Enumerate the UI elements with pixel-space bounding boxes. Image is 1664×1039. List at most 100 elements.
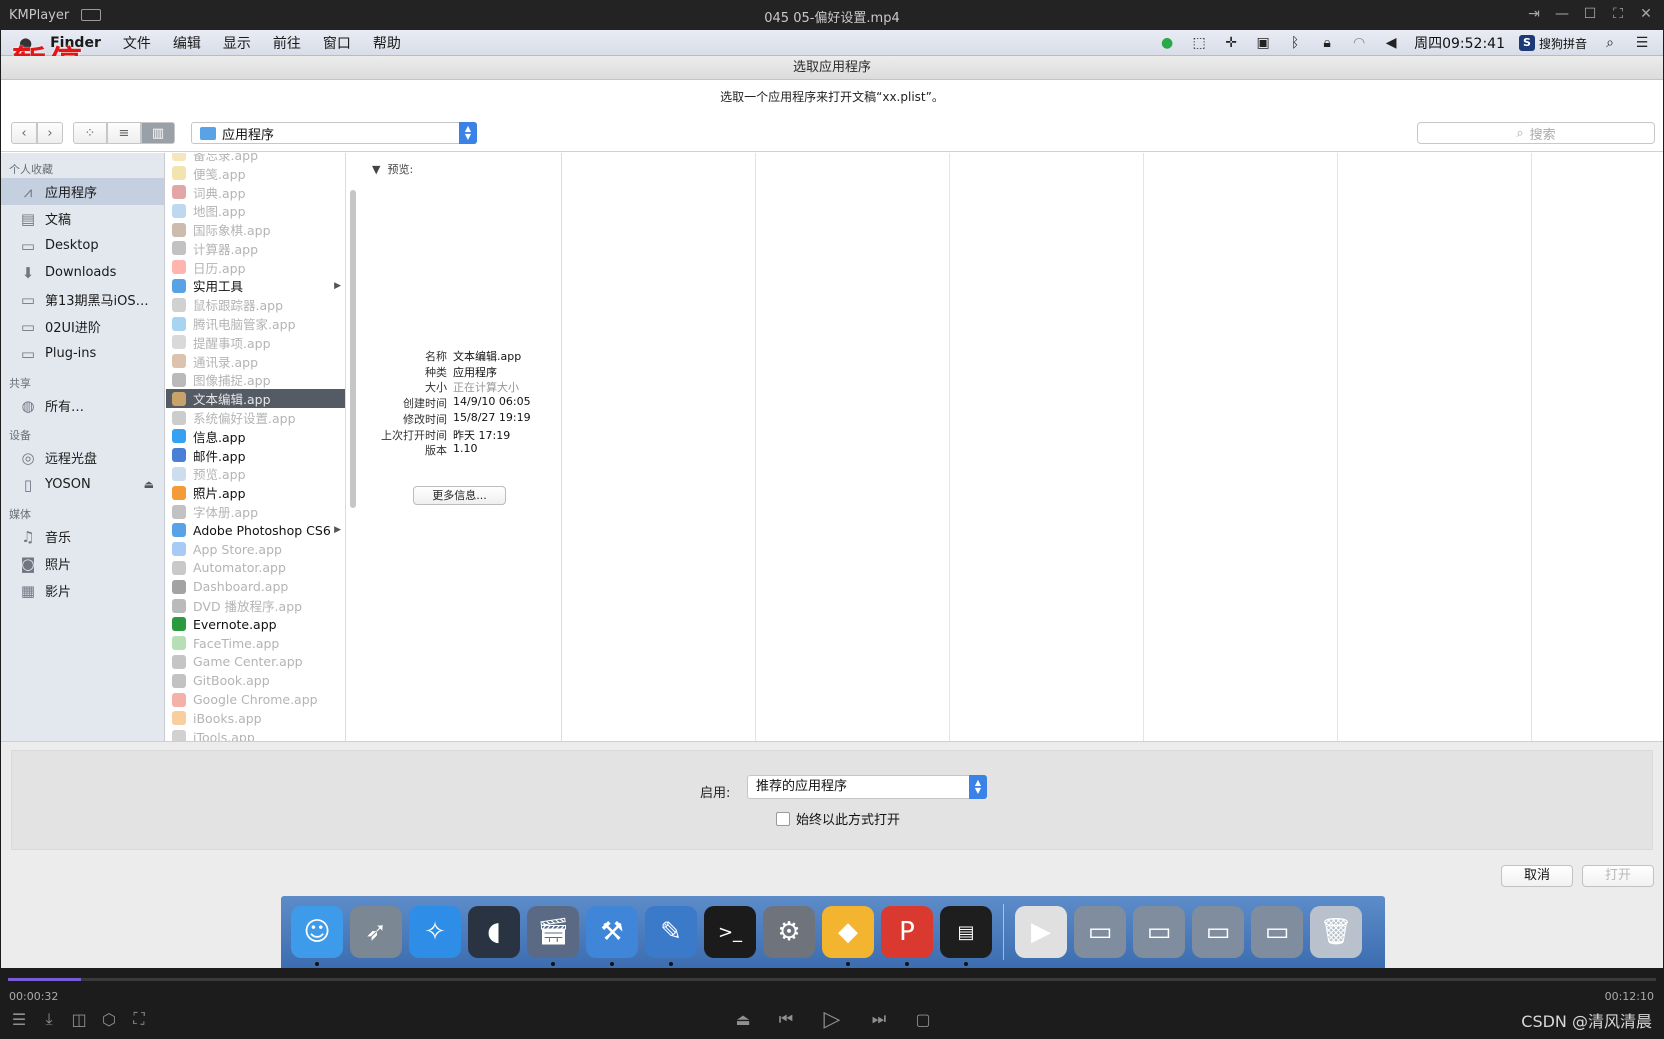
sidebar-item-music[interactable]: ♫ 音乐 [1,523,164,550]
screen-icon[interactable]: ▭ [1192,906,1244,958]
more-info-button[interactable]: 更多信息... [413,486,506,505]
app-row[interactable]: 计算器.app [166,239,345,258]
sidebar-item-remote-disc[interactable]: ◎ 远程光盘 [1,444,164,471]
sidebar-item-documents[interactable]: ▤ 文稿 [1,205,164,232]
bluetooth-icon[interactable]: ᛒ [1286,34,1304,52]
wifi-icon[interactable]: ◠ [1350,34,1368,52]
forward-button[interactable]: › [37,122,63,144]
column-view-button[interactable]: ▥ [141,122,175,144]
enable-select[interactable]: 推荐的应用程序 ▲ ▼ [747,775,987,799]
video-player-icon[interactable]: ▶ [1015,906,1067,958]
screen-icon[interactable]: ▭ [1133,906,1185,958]
launchpad-icon[interactable]: ➶ [350,906,402,958]
checkbox-box[interactable] [776,811,790,826]
sketch-icon[interactable]: ◆ [822,906,874,966]
camera-icon[interactable]: ▣ [1254,34,1272,52]
sidebar-item-downloads[interactable]: ⬇ Downloads [1,259,164,286]
capture-icon[interactable]: ⛶ [130,1009,148,1028]
menu-edit[interactable]: 编辑 [173,33,201,53]
menu-view[interactable]: 显示 [223,33,251,53]
preview-header[interactable]: ▼ 预览: [372,161,413,177]
app-row[interactable]: Game Center.app [166,653,345,672]
volume-icon[interactable]: ◀ [1382,34,1400,52]
app-row[interactable]: 信息.app [166,427,345,446]
move-icon[interactable]: ✛ [1222,34,1240,52]
app-row[interactable]: FaceTime.app [166,634,345,653]
always-open-checkbox[interactable]: 始终以此方式打开 [776,809,900,828]
playlist-icon[interactable]: ☰ [10,1010,28,1029]
imovie-icon[interactable]: 🎬︎ [527,906,579,966]
menu-help[interactable]: 帮助 [373,33,401,53]
vr-icon[interactable]: ◫ [70,1010,88,1029]
xcode-icon[interactable]: ⚒ [586,906,638,966]
fullscreen-button[interactable]: ⛶ [1610,5,1626,23]
menu-window[interactable]: 窗口 [323,33,351,53]
sidebar-item-applications[interactable]: ⩘ 应用程序 [1,178,164,205]
previous-icon[interactable]: ⏮ [775,1008,797,1030]
sidebar-item-photos[interactable]: ◙ 照片 [1,550,164,577]
screen-icon[interactable]: ▭ [1074,906,1126,958]
sidebar-item-plugins[interactable]: ▭ Plug-ins [1,340,164,367]
screen-icon[interactable]: ▭ [1251,906,1303,958]
app-row[interactable]: 照片.app [166,483,345,502]
console-icon[interactable]: ▤ [940,906,992,966]
player-mode-icon[interactable] [81,9,102,21]
sidebar-item-movies[interactable]: ▦ 影片 [1,577,164,604]
sidebar-item-yoson[interactable]: ▯ YOSON ⏏ [1,471,164,498]
maximize-button[interactable]: ☐ [1582,5,1598,23]
folder-row[interactable]: Adobe Photoshop CS6 ▶ [166,521,345,540]
app-row[interactable]: 图像捕捉.app [166,371,345,390]
list-view-button[interactable]: ≡ [107,122,141,144]
app-row[interactable]: GitBook.app [166,671,345,690]
play-icon[interactable]: ▷ [818,1006,846,1032]
menu-file[interactable]: 文件 [123,33,151,53]
3d-icon[interactable]: ⬡ [100,1010,118,1029]
sidebar-item-folder-ui[interactable]: ▭ 02UI进阶 [1,313,164,340]
app-row[interactable]: iTools.app [166,728,345,741]
app-row[interactable]: DVD 播放程序.app [166,596,345,615]
back-button[interactable]: ‹ [11,122,37,144]
app-row[interactable]: 文本编辑.app [166,389,345,409]
app-row[interactable]: 日历.app [166,258,345,277]
app-row[interactable]: 地图.app [166,201,345,220]
column-scrollbar[interactable] [350,190,356,508]
folder-row[interactable]: 实用工具 ▶ [166,277,345,296]
open-button[interactable]: 打开 [1582,865,1654,887]
app-row[interactable]: 通讯录.app [166,352,345,371]
stop-icon[interactable]: ▢ [912,1008,934,1030]
app-row[interactable]: 鼠标跟踪器.app [166,295,345,314]
icon-view-button[interactable]: ⁘ [73,122,107,144]
input-method[interactable]: S 搜狗拼音 [1518,35,1587,52]
sidebar-item-folder-ios[interactable]: ▭ 第13期黑马iOS… [1,286,164,313]
app-row[interactable]: 邮件.app [166,446,345,465]
seek-bar[interactable] [8,978,1656,981]
app-row[interactable]: Evernote.app [166,615,345,634]
safari-icon[interactable]: ✧ [409,906,461,958]
app-row[interactable]: 国际象棋.app [166,220,345,239]
notification-list-icon[interactable]: ☰ [1633,34,1651,52]
lock-icon[interactable]: 🔒︎ [1318,34,1336,52]
minimize-button[interactable]: — [1554,5,1570,23]
menubar-clock[interactable]: 周四09:52:41 [1414,33,1505,53]
system-preferences-icon[interactable]: ⚙ [763,906,815,958]
app-row[interactable]: 备忘录.app [166,153,345,164]
app-row[interactable]: Google Chrome.app [166,690,345,709]
app-row[interactable]: Dashboard.app [166,577,345,596]
cancel-button[interactable]: 取消 [1501,865,1573,887]
app-row[interactable]: 字体册.app [166,502,345,521]
sidebar-item-desktop[interactable]: ▭ Desktop [1,232,164,259]
app-row[interactable]: 系统偏好设置.app [166,408,345,427]
search-field[interactable]: ⌕ 搜索 [1417,122,1655,144]
app-row[interactable]: 预览.app [166,465,345,484]
eject-icon[interactable]: ⏏ [732,1008,754,1030]
instruments-icon[interactable]: ✎ [645,906,697,966]
menu-go[interactable]: 前往 [273,33,301,53]
app-row[interactable]: App Store.app [166,540,345,559]
app-row[interactable]: 提醒事项.app [166,333,345,352]
download-icon[interactable]: ⤓ [40,1009,58,1028]
location-select[interactable]: 应用程序 ▲ ▼ [191,122,477,144]
terminal-icon[interactable]: >_ [704,906,756,958]
trash-icon[interactable]: 🗑︎ [1310,906,1362,958]
mouse-app-icon[interactable]: ◖ [468,906,520,958]
clipboard-icon[interactable]: ⬚ [1190,34,1208,52]
